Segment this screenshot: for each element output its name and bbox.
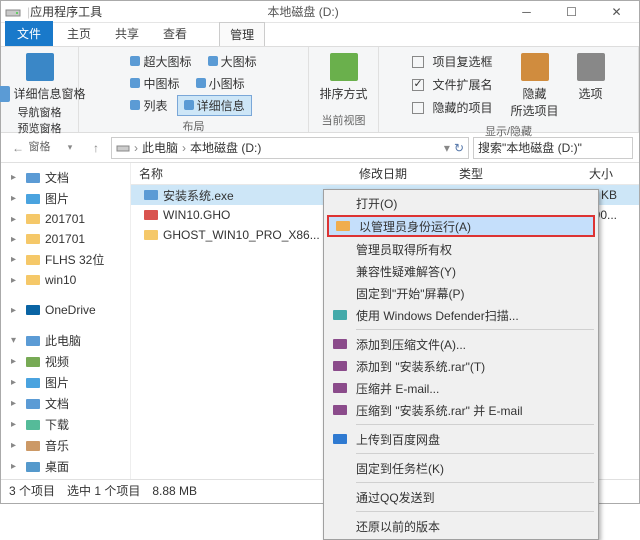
detail-pane-button[interactable]: 详细信息窗格 [0,83,90,104]
up-button[interactable]: ↑ [85,137,107,159]
address-bar[interactable]: › 此电脑 › 本地磁盘 (D:) ▾ ↻ [111,137,469,159]
context-item[interactable]: 兼容性疑难解答(Y) [326,260,596,282]
context-item[interactable]: 固定到"开始"屏幕(P) [326,282,596,304]
tree-item[interactable]: ▸视频 [1,351,130,372]
context-item[interactable]: 添加到 "安装系统.rar"(T) [326,355,596,377]
forward-button[interactable]: → [33,137,55,159]
context-item[interactable]: 压缩并 E-mail... [326,377,596,399]
window-title: 本地磁盘 (D:) [102,3,504,20]
tree-item[interactable]: ▸本地磁盘 (C:) [1,477,130,479]
back-button[interactable]: ← [7,137,29,159]
layout-medium[interactable]: 中图标 [123,73,186,94]
tree-item[interactable]: ▸音乐 [1,435,130,456]
addr-dropdown-icon[interactable]: ▾ [444,141,450,155]
preview-pane-label: 预览窗格 [18,120,62,136]
home-tab[interactable]: 主页 [55,21,103,46]
tree-item[interactable]: ▸文档 [1,393,130,414]
layout-xlarge[interactable]: 超大图标 [123,51,198,72]
drive-icon [116,141,130,155]
status-selected: 选中 1 个项目 [67,482,140,499]
nav-tree[interactable]: ▸文档▸图片▸201701▸201701▸FLHS 32位▸win10▸OneD… [1,163,131,479]
refresh-icon[interactable]: ↻ [454,141,464,155]
nav-pane-button[interactable] [22,51,58,83]
context-item[interactable]: 使用 Windows Defender扫描... [326,304,596,326]
context-item[interactable]: 压缩到 "安装系统.rar" 并 E-mail [326,399,596,421]
tree-item[interactable]: ▸201701 [1,209,130,229]
tree-item[interactable]: ▾此电脑 [1,330,130,351]
tree-item[interactable]: ▸OneDrive [1,300,130,320]
drive-icon [5,4,21,20]
tree-item[interactable]: ▸下载 [1,414,130,435]
view-tab[interactable]: 查看 [151,21,199,46]
context-item[interactable]: 上传到百度网盘 [326,428,596,450]
layout-details[interactable]: 详细信息 [177,95,252,116]
context-item[interactable]: 还原以前的版本 [326,515,596,537]
status-size: 8.88 MB [152,484,197,498]
status-items: 3 个项目 [9,482,55,499]
tree-item[interactable]: ▸图片 [1,372,130,393]
maximize-button[interactable]: ☐ [549,1,594,23]
chk-extensions[interactable]: 文件扩展名 [408,74,496,95]
file-tab[interactable]: 文件 [5,21,53,46]
tree-item[interactable]: ▸桌面 [1,456,130,477]
context-item[interactable]: 以管理员身份运行(A) [327,215,595,237]
tree-item[interactable]: ▸FLHS 32位 [1,249,130,270]
breadcrumb-thispc[interactable]: 此电脑 [142,139,178,156]
nav-pane-label: 导航窗格 [18,104,62,120]
minimize-button[interactable]: ─ [504,1,549,23]
hide-selected-button[interactable]: 隐藏 所选项目 [507,51,563,121]
context-item[interactable]: 打开(O) [326,192,596,214]
tree-item[interactable]: ▸201701 [1,229,130,249]
contextual-tab-label: 应用程序工具 [30,3,102,20]
column-headers[interactable]: 名称 修改日期 类型 大小 [131,163,639,185]
context-separator [356,424,594,425]
context-separator [356,482,594,483]
share-tab[interactable]: 共享 [103,21,151,46]
context-separator [356,329,594,330]
col-date[interactable]: 修改日期 [351,165,451,182]
tree-item[interactable]: ▸win10 [1,270,130,290]
context-item[interactable]: 添加到压缩文件(A)... [326,333,596,355]
context-item[interactable]: 固定到任务栏(K) [326,457,596,479]
col-size[interactable]: 大小 [531,165,621,182]
context-separator [356,511,594,512]
currentview-group-label: 当前视图 [322,112,366,128]
manage-tab[interactable]: 管理 [219,22,265,46]
layout-group-label: 布局 [183,118,205,134]
context-item[interactable]: 管理员取得所有权 [326,238,596,260]
layout-small[interactable]: 小图标 [189,73,252,94]
col-type[interactable]: 类型 [451,165,531,182]
context-separator [356,453,594,454]
tree-item[interactable]: ▸图片 [1,188,130,209]
sort-button[interactable]: 排序方式 [316,51,372,104]
options-button[interactable]: 选项 [573,51,609,121]
col-name[interactable]: 名称 [131,165,351,182]
chk-hidden[interactable]: 隐藏的项目 [408,97,496,118]
breadcrumb-drive[interactable]: 本地磁盘 (D:) [190,139,261,156]
context-item[interactable]: 通过QQ发送到 [326,486,596,508]
tree-item[interactable]: ▸文档 [1,167,130,188]
chk-itemboxes[interactable]: 项目复选框 [408,51,496,72]
layout-large[interactable]: 大图标 [201,51,264,72]
layout-list[interactable]: 列表 [123,95,174,116]
context-menu: 打开(O)以管理员身份运行(A)管理员取得所有权兼容性疑难解答(Y)固定到"开始… [323,189,599,540]
search-input[interactable]: 搜索"本地磁盘 (D:)" [473,137,633,159]
recent-dropdown[interactable]: ▾ [59,137,81,159]
close-button[interactable]: ✕ [594,1,639,23]
